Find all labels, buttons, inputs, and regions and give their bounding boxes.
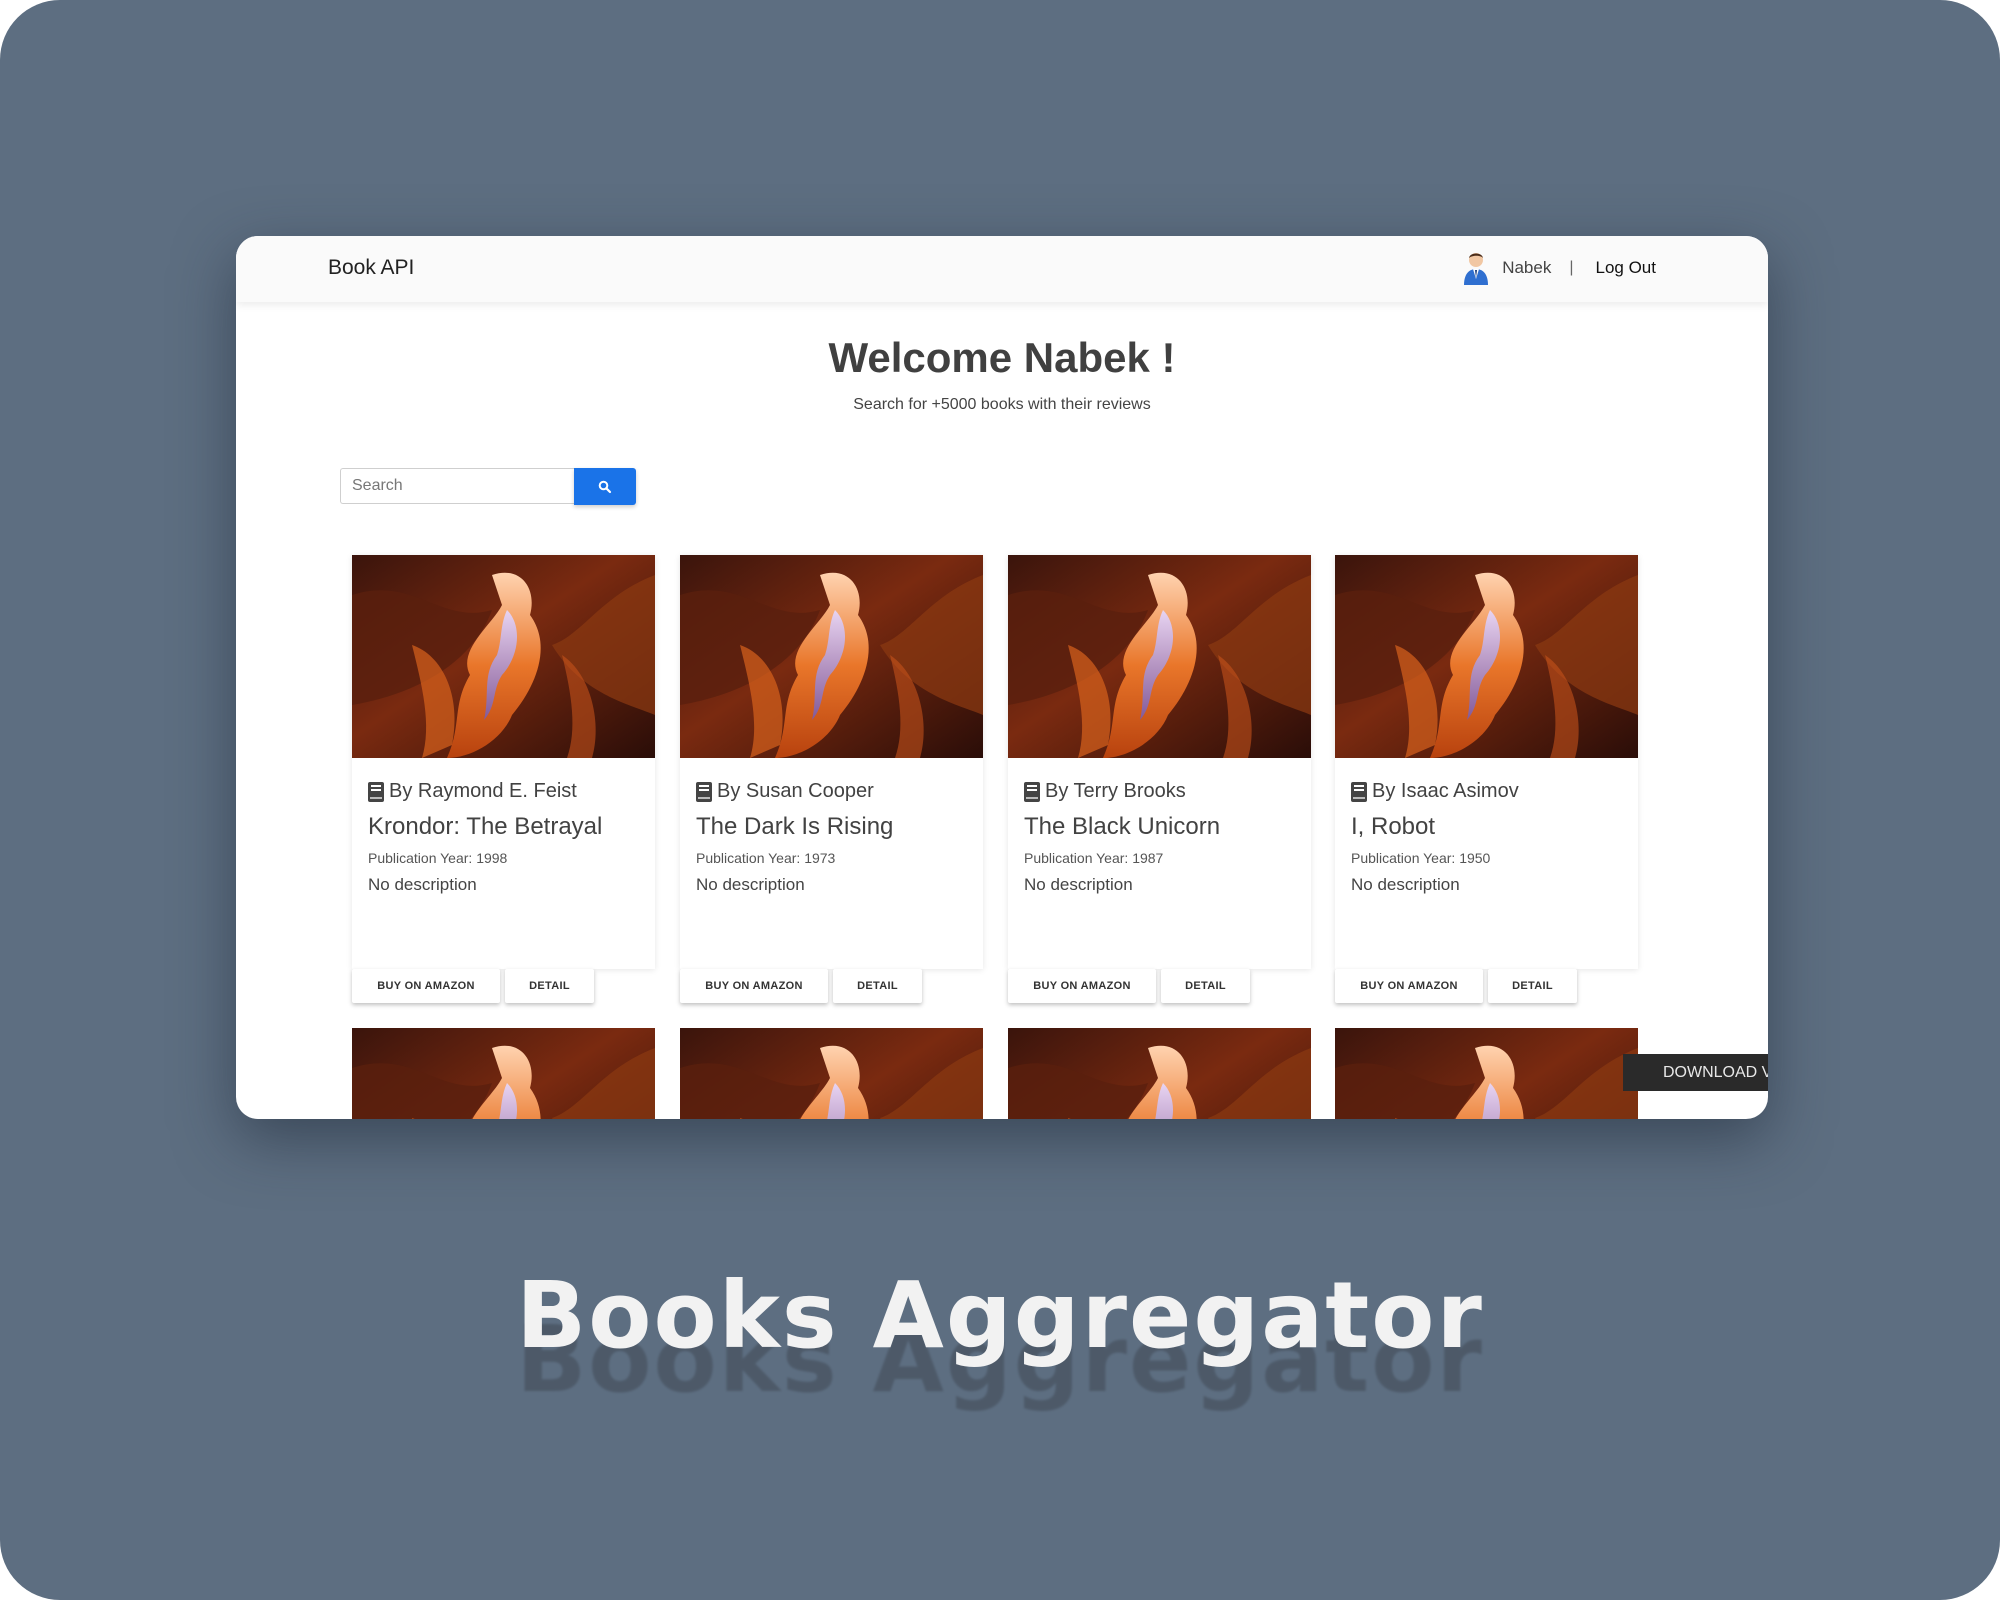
search-button[interactable] xyxy=(574,468,636,505)
detail-button[interactable]: DETAIL xyxy=(833,969,922,1003)
book-year: Publication Year: 1987 xyxy=(1024,850,1164,866)
detail-button[interactable]: DETAIL xyxy=(1161,969,1250,1003)
book-card: By Raymond E. Feist Krondor: The Betraya… xyxy=(352,555,655,1003)
book-title: The Black Unicorn xyxy=(1024,813,1221,840)
book-author: By Raymond E. Feist xyxy=(368,780,577,803)
book-title: Krondor: The Betrayal xyxy=(368,813,603,840)
user-area: Nabek | Log Out xyxy=(1462,250,1656,286)
brand-logo[interactable]: Book API xyxy=(328,256,414,280)
buy-on-amazon-button[interactable]: BUY ON AMAZON xyxy=(1008,969,1156,1003)
book-card xyxy=(680,1028,983,1119)
nav-separator: | xyxy=(1569,259,1574,276)
search-icon xyxy=(598,480,612,493)
detail-button[interactable]: DETAIL xyxy=(1488,969,1577,1003)
book-author-label: By Raymond E. Feist xyxy=(389,780,577,802)
book-author-label: By Susan Cooper xyxy=(717,780,874,802)
book-description: No description xyxy=(368,875,477,894)
book-cover-image xyxy=(680,555,983,758)
buy-on-amazon-button[interactable]: BUY ON AMAZON xyxy=(680,969,828,1003)
buy-on-amazon-button[interactable]: BUY ON AMAZON xyxy=(352,969,500,1003)
avatar-icon xyxy=(1464,253,1489,285)
book-author: By Terry Brooks xyxy=(1024,780,1186,803)
book-cover-image xyxy=(1008,555,1311,758)
search-input[interactable] xyxy=(340,468,574,504)
book-icon xyxy=(1024,781,1040,802)
browser-window: Book API Nabek | Log Out Welcome Nabek !… xyxy=(236,236,1768,1119)
book-title: I, Robot xyxy=(1351,813,1436,840)
book-description: No description xyxy=(696,875,805,894)
book-card: By Terry Brooks The Black Unicorn Public… xyxy=(1008,555,1311,1003)
book-card: By Isaac Asimov I, Robot Publication Yea… xyxy=(1335,555,1638,1003)
book-description: No description xyxy=(1351,875,1460,894)
book-card xyxy=(352,1028,655,1119)
book-cover-image xyxy=(352,555,655,758)
backdrop: Book API Nabek | Log Out Welcome Nabek !… xyxy=(0,0,2000,1600)
book-year: Publication Year: 1950 xyxy=(1351,850,1491,866)
page-subtitle: Search for +5000 books with their review… xyxy=(853,396,1151,413)
book-author-label: By Terry Brooks xyxy=(1045,780,1186,802)
logout-link[interactable]: Log Out xyxy=(1596,258,1657,278)
caption-title: Books Aggregator xyxy=(516,1262,1484,1369)
book-author-label: By Isaac Asimov xyxy=(1372,780,1519,802)
navbar: Book API Nabek | Log Out xyxy=(236,236,1768,302)
detail-button[interactable]: DETAIL xyxy=(505,969,594,1003)
book-description: No description xyxy=(1024,875,1133,894)
download-button[interactable]: DOWNLOAD V xyxy=(1623,1054,1768,1091)
book-card: By Susan Cooper The Dark Is Rising Publi… xyxy=(680,555,983,1003)
book-year: Publication Year: 1998 xyxy=(368,850,508,866)
book-cover-image xyxy=(352,1028,655,1119)
book-cover-image xyxy=(680,1028,983,1119)
page-title: Welcome Nabek ! xyxy=(828,334,1176,381)
book-card xyxy=(1008,1028,1311,1119)
book-cover-image xyxy=(1335,555,1638,758)
book-icon xyxy=(696,781,712,802)
username-label: Nabek xyxy=(1502,258,1552,277)
book-author: By Susan Cooper xyxy=(696,780,874,803)
book-cover-image xyxy=(1008,1028,1311,1119)
book-icon xyxy=(1351,781,1367,802)
book-cover-image xyxy=(1335,1028,1638,1119)
book-card xyxy=(1335,1028,1638,1119)
buy-on-amazon-button[interactable]: BUY ON AMAZON xyxy=(1335,969,1483,1003)
book-year: Publication Year: 1973 xyxy=(696,850,836,866)
book-icon xyxy=(368,781,384,802)
book-author: By Isaac Asimov xyxy=(1351,780,1519,803)
book-title: The Dark Is Rising xyxy=(696,813,894,840)
